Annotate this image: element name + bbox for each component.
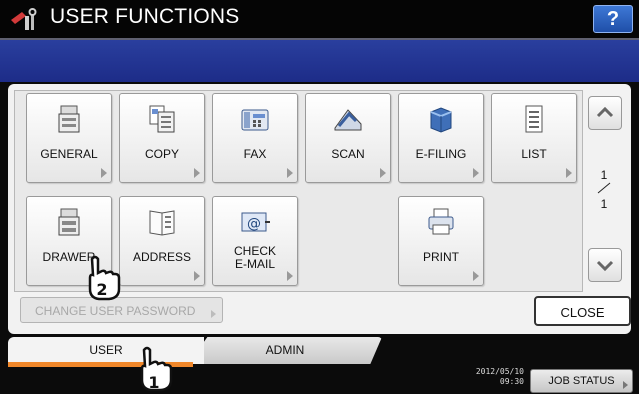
tools-icon (11, 8, 37, 30)
copy-icon (149, 105, 175, 133)
address-button[interactable]: ADDRESS (119, 196, 205, 286)
submenu-arrow-icon (101, 168, 107, 178)
printer-icon (428, 208, 454, 235)
print-label: PRINT (423, 250, 459, 264)
callout-number: 2 (96, 280, 107, 299)
scan-label: SCAN (331, 147, 365, 161)
drawer-icon (58, 208, 80, 236)
address-book-icon (149, 210, 175, 236)
scan-button[interactable]: SCAN (305, 93, 391, 183)
submenu-arrow-icon (380, 168, 386, 178)
submenu-arrow-icon (287, 168, 293, 178)
list-icon (525, 105, 543, 133)
submenu-arrow-icon (194, 271, 200, 281)
check-email-label: CHECK E-MAIL (233, 244, 276, 271)
scroll-up-button[interactable] (588, 96, 622, 130)
submenu-arrow-icon (623, 381, 628, 389)
change-password-label: CHANGE USER PASSWORD (35, 304, 196, 318)
page-divider (597, 182, 611, 194)
page-title: USER FUNCTIONS (50, 5, 240, 28)
general-label: GENERAL (40, 147, 98, 161)
fax-label: FAX (243, 147, 267, 161)
pointing-hand-icon: 1 (140, 346, 173, 392)
address-label: ADDRESS (132, 250, 191, 264)
fax-button[interactable]: FAX (212, 93, 298, 183)
user-functions-screen: USER FUNCTIONS ? GENERAL COPY FAX SCAN E… (0, 0, 639, 394)
job-status-label: JOB STATUS (548, 375, 615, 387)
svg-text:@: @ (247, 216, 261, 232)
job-status-button[interactable]: JOB STATUS (530, 369, 633, 393)
chevron-down-icon (596, 260, 614, 272)
check-email-icon: @ (241, 212, 270, 232)
e-filing-button[interactable]: E-FILING (398, 93, 484, 183)
close-button[interactable]: CLOSE (534, 296, 631, 326)
print-button[interactable]: PRINT (398, 196, 484, 286)
message-bar (0, 40, 639, 82)
copy-button[interactable]: COPY (119, 93, 205, 183)
submenu-arrow-icon (473, 168, 479, 178)
list-button[interactable]: LIST (491, 93, 577, 183)
page-indicator: 1 1 (584, 168, 624, 211)
submenu-arrow-icon (211, 310, 216, 318)
scan-icon (334, 109, 362, 131)
list-label: LIST (521, 147, 547, 161)
submenu-arrow-icon (194, 168, 200, 178)
title-bar: USER FUNCTIONS ? (0, 0, 639, 40)
copy-label: COPY (144, 147, 179, 161)
check-email-button[interactable]: @ CHECK E-MAIL (212, 196, 298, 286)
page-current: 1 (600, 168, 608, 182)
submenu-arrow-icon (287, 271, 293, 281)
general-button[interactable]: GENERAL (26, 93, 112, 183)
date-text: 2012/05/10 (475, 367, 524, 376)
general-icon (58, 105, 80, 133)
callout-number: 1 (148, 373, 159, 392)
page-scroller: 1 1 (584, 90, 624, 290)
time-text: 09:30 (499, 377, 524, 386)
e-filing-icon (430, 107, 452, 133)
chevron-up-icon (596, 106, 614, 118)
submenu-arrow-icon (566, 168, 572, 178)
pointing-hand-icon: 2 (88, 255, 121, 301)
submenu-arrow-icon (473, 271, 479, 281)
fax-icon (241, 109, 269, 131)
tab-admin[interactable]: ADMIN (188, 337, 382, 364)
e-filing-label: E-FILING (415, 147, 467, 161)
date-time: 2012/05/10 09:30 (456, 367, 524, 387)
scroll-down-button[interactable] (588, 248, 622, 282)
page-total: 1 (600, 197, 608, 211)
help-button[interactable]: ? (593, 5, 633, 33)
